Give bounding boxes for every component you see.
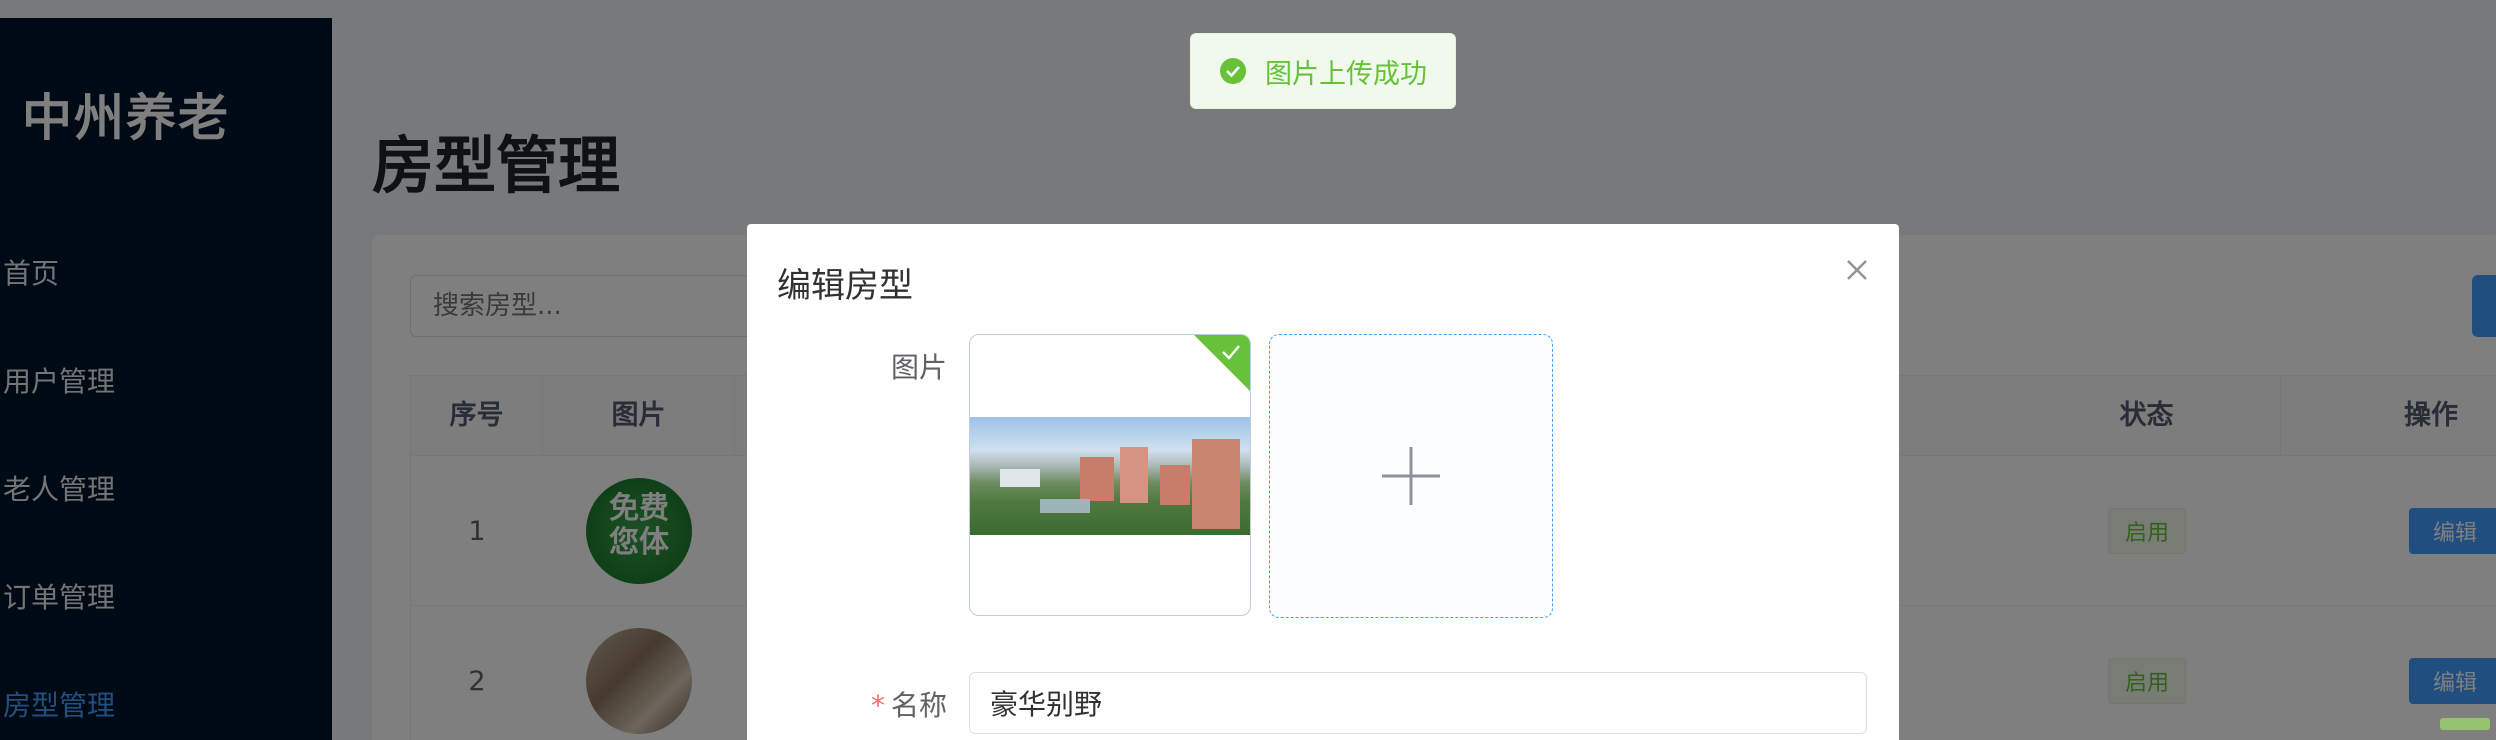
name-field-label: * 名称: [747, 684, 947, 724]
dialog-title: 编辑房型: [777, 266, 913, 306]
required-asterisk: *: [870, 689, 885, 722]
check-icon: [1222, 345, 1240, 360]
upload-add-button[interactable]: [1269, 334, 1553, 618]
image-field-label: 图片: [890, 351, 947, 384]
success-check-icon: [1220, 58, 1246, 84]
success-toast: 图片上传成功: [1190, 33, 1456, 109]
corner-widget: [2440, 718, 2490, 730]
name-label-text: 名称: [890, 689, 947, 722]
toast-message: 图片上传成功: [1265, 58, 1427, 90]
app-root: 中州养老 首页 用户管理 老人管理 订单管理 房型管理 房型管理 序号 图片 状…: [0, 0, 2496, 740]
close-icon[interactable]: [1837, 250, 1877, 290]
edit-room-type-dialog: 编辑房型 图片 * 名称: [747, 224, 1899, 740]
uploaded-photo: [970, 417, 1250, 535]
uploaded-image-item[interactable]: [969, 334, 1251, 616]
plus-icon: [1382, 447, 1440, 505]
room-name-input[interactable]: [969, 672, 1867, 734]
